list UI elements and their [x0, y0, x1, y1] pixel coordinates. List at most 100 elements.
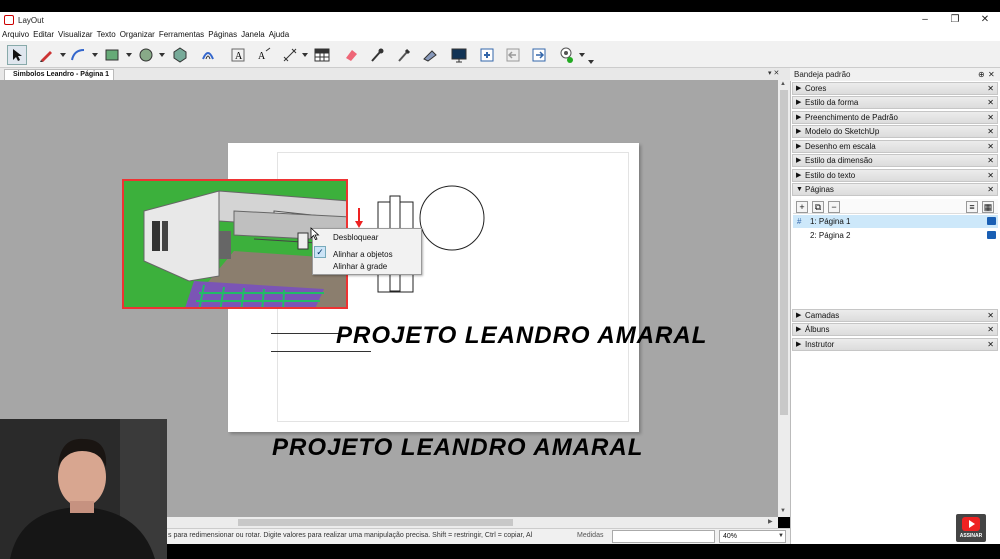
section-close-icon[interactable]: ✕	[987, 324, 994, 336]
section-close-icon[interactable]: ✕	[987, 155, 994, 167]
red-arrow-indicator	[355, 208, 363, 228]
section-cores[interactable]: ▶ Cores ✕	[792, 82, 998, 95]
maximize-button[interactable]: ❐	[940, 12, 970, 28]
subscribe-button[interactable]: ASSINAR	[956, 514, 986, 542]
arc-dropdown-icon[interactable]	[92, 53, 98, 57]
circle-dropdown-icon[interactable]	[159, 53, 165, 57]
menu-arquivo[interactable]: Arquivo	[2, 30, 29, 39]
remove-page-button[interactable]: −	[828, 201, 840, 213]
section-close-icon[interactable]: ✕	[987, 112, 994, 124]
section-close-icon[interactable]: ✕	[987, 97, 994, 109]
section-estilo-forma[interactable]: ▶ Estilo da forma ✕	[792, 96, 998, 109]
tray-pin-icon[interactable]: ⊕	[978, 68, 985, 81]
pencil-dropdown-icon[interactable]	[60, 53, 66, 57]
section-close-icon[interactable]: ✕	[987, 141, 994, 153]
eyedropper-icon[interactable]	[367, 45, 387, 65]
menu-ajuda[interactable]: Ajuda	[269, 30, 289, 39]
polygon-icon[interactable]	[170, 45, 190, 65]
dimension-dropdown-icon[interactable]	[302, 53, 308, 57]
presentation-page-icon[interactable]	[987, 217, 996, 225]
table-icon[interactable]	[312, 45, 332, 65]
scroll-down-icon[interactable]: ▼	[780, 508, 786, 514]
section-paginas[interactable]: ▼ Páginas ✕	[792, 183, 998, 196]
tab-close-icon[interactable]: ✕	[773, 70, 779, 77]
section-close-icon[interactable]: ✕	[987, 310, 994, 322]
instructor-icon[interactable]	[556, 45, 576, 65]
menu-organizar[interactable]: Organizar	[120, 30, 155, 39]
section-albuns[interactable]: ▶ Álbuns ✕	[792, 323, 998, 336]
section-close-icon[interactable]: ✕	[987, 170, 994, 182]
presentation-page-icon[interactable]	[987, 231, 996, 239]
text-icon[interactable]: A	[228, 45, 248, 65]
style-icon[interactable]	[394, 45, 414, 65]
previous-page-icon[interactable]	[503, 45, 523, 65]
section-close-icon[interactable]: ✕	[987, 126, 994, 138]
webcam-overlay	[0, 419, 167, 559]
menu-editar[interactable]: Editar	[33, 30, 54, 39]
minimize-button[interactable]: –	[910, 12, 940, 28]
page-row-2[interactable]: 2: Página 2	[793, 229, 998, 242]
expand-arrow-icon: ▶	[796, 99, 802, 106]
document-tab[interactable]: Simbolos Leandro - Página 1	[4, 69, 114, 80]
menu-visualizar[interactable]: Visualizar	[58, 30, 93, 39]
dimension-icon[interactable]	[280, 45, 300, 65]
label-icon[interactable]: A	[254, 45, 274, 65]
select-tool-icon[interactable]	[7, 45, 27, 65]
menu-item-desbloquear[interactable]: Desbloquear	[333, 233, 378, 242]
section-modelo-sketchup[interactable]: ▶ Modelo do SketchUp ✕	[792, 125, 998, 138]
horizontal-scroll-thumb[interactable]	[238, 519, 513, 526]
page-label: 2: Página 2	[810, 231, 851, 240]
add-page-button[interactable]: +	[796, 201, 808, 213]
pencil-icon[interactable]	[36, 45, 56, 65]
split-icon[interactable]	[420, 45, 440, 65]
list-view-icon[interactable]: ≡	[966, 201, 978, 213]
thumbnail-view-icon[interactable]: ▦	[982, 201, 994, 213]
menu-item-alinhar-objetos[interactable]: Alinhar a objetos	[333, 250, 393, 259]
presenter-image	[0, 419, 167, 559]
section-close-icon[interactable]: ✕	[987, 339, 994, 351]
rectangle-icon[interactable]	[102, 45, 122, 65]
section-camadas[interactable]: ▶ Camadas ✕	[792, 309, 998, 322]
guide-line-bottom	[271, 351, 371, 352]
menu-item-alinhar-grade[interactable]: Alinhar à grade	[333, 262, 387, 271]
toolbar-overflow-icon[interactable]	[588, 60, 594, 64]
tab-menu-icon[interactable]: ▾	[768, 70, 772, 77]
section-desenho-escala[interactable]: ▶ Desenho em escala ✕	[792, 140, 998, 153]
section-close-icon[interactable]: ✕	[987, 83, 994, 95]
presentation-icon[interactable]	[449, 45, 469, 65]
section-instrutor[interactable]: ▶ Instrutor ✕	[792, 338, 998, 351]
section-label: Álbuns	[805, 325, 830, 334]
title-text-off-paper[interactable]: PROJETO LEANDRO AMARAL	[272, 434, 643, 462]
scroll-right-icon[interactable]: ▶	[768, 518, 773, 525]
rectangle-dropdown-icon[interactable]	[126, 53, 132, 57]
section-estilo-texto[interactable]: ▶ Estilo do texto ✕	[792, 169, 998, 182]
tray-close-icon[interactable]: ✕	[988, 68, 995, 81]
vertical-scroll-thumb[interactable]	[780, 90, 788, 415]
menu-janela[interactable]: Janela	[241, 30, 265, 39]
eraser-icon[interactable]	[341, 45, 361, 65]
section-preenchimento[interactable]: ▶ Preenchimento de Padrão ✕	[792, 111, 998, 124]
title-text-on-paper[interactable]: PROJETO LEANDRO AMARAL	[336, 322, 707, 350]
menu-paginas[interactable]: Páginas	[208, 30, 237, 39]
duplicate-page-icon[interactable]: ⧉	[812, 201, 824, 213]
section-close-icon[interactable]: ✕	[987, 184, 994, 196]
measurements-label: Medidas	[577, 532, 604, 539]
close-window-button[interactable]: ✕	[970, 12, 1000, 28]
measurements-input[interactable]	[612, 530, 715, 543]
add-page-icon[interactable]	[477, 45, 497, 65]
section-estilo-dimensao[interactable]: ▶ Estilo da dimensão ✕	[792, 154, 998, 167]
zoom-dropdown-icon[interactable]: ▼	[778, 533, 784, 539]
circle-icon[interactable]	[136, 45, 156, 65]
page-hash-marker: #	[797, 217, 802, 226]
menu-texto[interactable]: Texto	[97, 30, 116, 39]
arc-icon[interactable]	[68, 45, 88, 65]
menu-ferramentas[interactable]: Ferramentas	[159, 30, 204, 39]
zoom-select[interactable]: 40%	[719, 530, 786, 543]
instructor-dropdown-icon[interactable]	[579, 53, 585, 57]
next-page-icon[interactable]	[529, 45, 549, 65]
scroll-up-icon[interactable]: ▲	[780, 81, 786, 87]
page-row-1[interactable]: # 1: Página 1	[793, 215, 998, 228]
tray-header: Bandeja padrão ⊕ ✕	[790, 68, 1000, 81]
expand-arrow-icon: ▶	[796, 157, 802, 164]
offset-icon[interactable]	[198, 45, 218, 65]
